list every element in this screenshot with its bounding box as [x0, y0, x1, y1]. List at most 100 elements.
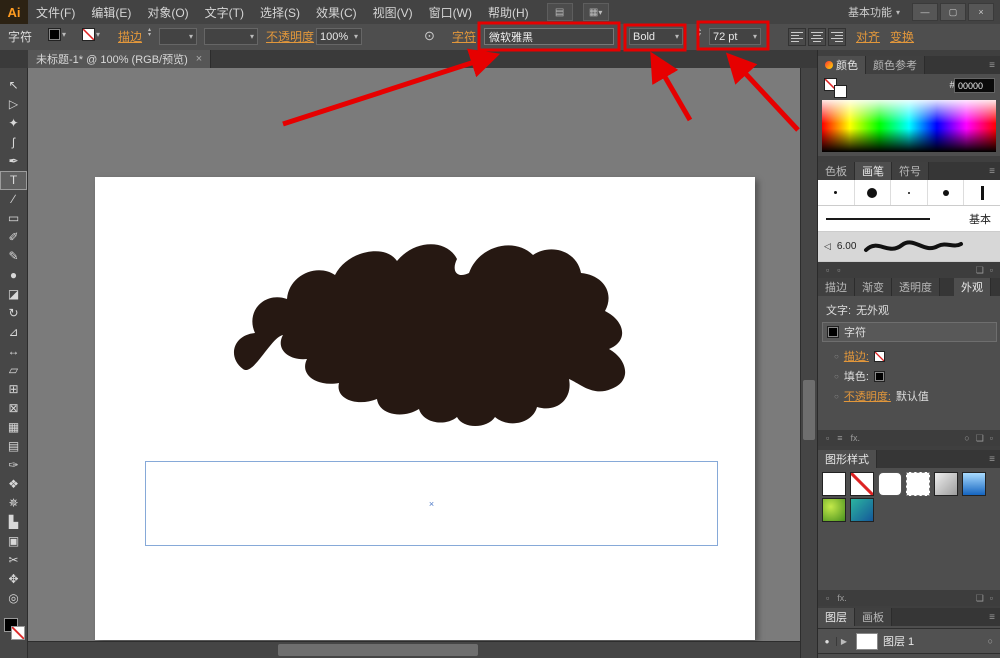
perspective-grid-tool[interactable]: ⊠: [0, 399, 27, 418]
menu-file[interactable]: 文件(F): [28, 4, 83, 21]
tab-stroke[interactable]: 描边: [818, 278, 855, 296]
align-right-button[interactable]: [828, 28, 846, 46]
document-layout-icon[interactable]: ▦ ▾: [582, 3, 609, 21]
tab-gradient[interactable]: 渐变: [855, 278, 892, 296]
fill-color-button[interactable]: ▾: [48, 28, 66, 41]
spin-down-icon[interactable]: ▾: [148, 32, 157, 38]
line-segment-tool[interactable]: ∕: [0, 190, 27, 209]
tab-symbols[interactable]: 符号: [892, 162, 929, 180]
font-style-select[interactable]: Bold ▾: [629, 28, 683, 45]
font-size-stepper[interactable]: ▴ ▾: [698, 27, 707, 38]
stroke-color-button[interactable]: ▾: [82, 28, 100, 41]
stroke-weight-stepper[interactable]: ▴ ▾: [148, 27, 157, 38]
layer-row[interactable]: ● ▶ 图层 1 ○: [818, 628, 1000, 654]
blob-path[interactable]: [233, 244, 626, 426]
horizontal-scrollbar[interactable]: [28, 641, 800, 658]
magic-wand-tool[interactable]: ✦: [0, 114, 27, 133]
menu-icon[interactable]: ≡: [837, 433, 842, 443]
options-icon[interactable]: ▫: [837, 265, 840, 275]
eraser-tool[interactable]: ◪: [0, 285, 27, 304]
pencil-tool[interactable]: ✎: [0, 247, 27, 266]
graphic-style-swatch[interactable]: [906, 472, 930, 496]
rectangle-tool[interactable]: ▭: [0, 209, 27, 228]
pen-tool[interactable]: ✒: [0, 152, 27, 171]
tab-transparency[interactable]: 透明度: [892, 278, 940, 296]
appearance-characters-row[interactable]: 字符: [822, 322, 997, 342]
graphic-style-swatch[interactable]: [878, 472, 902, 496]
close-tab-icon[interactable]: ×: [196, 53, 202, 65]
graphic-style-swatch[interactable]: [850, 498, 874, 522]
stroke-panel-link[interactable]: 描边: [118, 28, 142, 45]
direct-selection-tool[interactable]: ▷: [0, 95, 27, 114]
workspace-switcher[interactable]: 基本功能 ▾: [848, 4, 900, 20]
panel-menu-icon[interactable]: ≡: [983, 162, 1000, 180]
layer-name[interactable]: 图层 1: [883, 633, 914, 649]
stroke-color-indicator[interactable]: [11, 626, 25, 640]
graphic-style-swatch[interactable]: [822, 498, 846, 522]
color-spectrum[interactable]: [822, 100, 996, 152]
brush-item[interactable]: [891, 180, 928, 205]
free-transform-tool[interactable]: ▱: [0, 361, 27, 380]
graphic-style-swatch[interactable]: [962, 472, 986, 496]
font-size-select[interactable]: 72 pt ▾: [709, 28, 761, 45]
appearance-stroke-row[interactable]: ○ 描边:: [818, 346, 1000, 366]
stroke-none-swatch[interactable]: [873, 350, 885, 362]
tab-swatches[interactable]: 色板: [818, 162, 855, 180]
type-tool[interactable]: T: [0, 171, 27, 190]
maximize-button[interactable]: ▢: [940, 3, 966, 21]
symbol-sprayer-tool[interactable]: ✵: [0, 494, 27, 513]
tab-color-guide[interactable]: 颜色参考: [866, 56, 925, 74]
color-fill-swatch[interactable]: [834, 85, 847, 98]
target-circle-icon[interactable]: ○: [988, 636, 993, 646]
transform-panel-link[interactable]: 变换: [890, 28, 914, 45]
panel-menu-icon[interactable]: ≡: [983, 56, 1000, 74]
delete-style-icon[interactable]: ▫: [990, 593, 993, 604]
layer-thumbnail[interactable]: [856, 632, 878, 650]
visibility-eye-icon[interactable]: ●: [818, 636, 837, 646]
minimize-button[interactable]: —: [912, 3, 938, 21]
vertical-scrollbar-thumb[interactable]: [803, 380, 815, 440]
menu-view[interactable]: 视图(V): [365, 4, 421, 21]
add-effect-button[interactable]: fx.: [850, 433, 860, 443]
slice-tool[interactable]: ✂: [0, 551, 27, 570]
tab-graphic-styles[interactable]: 图形样式: [818, 450, 877, 468]
zoom-tool[interactable]: ◎: [0, 589, 27, 608]
appearance-opacity-row[interactable]: ○ 不透明度: 默认值: [818, 386, 1000, 406]
text-frame[interactable]: ×: [145, 461, 718, 546]
expand-arrow-icon[interactable]: ▶: [837, 637, 851, 646]
tab-color[interactable]: 颜色: [818, 56, 866, 74]
opacity-panel-link[interactable]: 不透明度: [266, 28, 314, 45]
canvas-area[interactable]: ×: [28, 68, 800, 658]
menu-object[interactable]: 对象(O): [139, 4, 196, 21]
panel-menu-icon[interactable]: ≡: [983, 450, 1000, 468]
brush-basic-row[interactable]: 基本: [818, 206, 1000, 232]
brush-item[interactable]: [964, 180, 1000, 205]
hex-value-field[interactable]: 00000: [954, 78, 995, 93]
vertical-scrollbar[interactable]: [800, 68, 818, 658]
font-family-input[interactable]: [484, 28, 614, 45]
new-stroke-icon[interactable]: ▫: [826, 433, 829, 443]
arrange-documents-icon[interactable]: ▤: [546, 3, 573, 21]
gradient-tool[interactable]: ▤: [0, 437, 27, 456]
spin-down-icon[interactable]: ▾: [698, 32, 707, 38]
eyedropper-tool[interactable]: ✑: [0, 456, 27, 475]
recolor-artwork-icon[interactable]: ⊙: [424, 28, 435, 44]
break-link-icon[interactable]: fx.: [837, 593, 847, 603]
brush-selected-row[interactable]: ◁ 6.00: [818, 232, 1000, 262]
tab-artboards[interactable]: 画板: [855, 608, 892, 626]
lasso-tool[interactable]: ʃ: [0, 133, 27, 152]
menu-effect[interactable]: 效果(C): [308, 4, 365, 21]
ink-blob-shape[interactable]: [95, 177, 755, 640]
brush-item[interactable]: [818, 180, 855, 205]
align-panel-link[interactable]: 对齐: [856, 28, 880, 45]
stroke-weight-select[interactable]: ▾: [159, 28, 197, 45]
panel-menu-icon[interactable]: ≡: [983, 608, 1000, 626]
tab-layers[interactable]: 图层: [818, 608, 855, 626]
menu-help[interactable]: 帮助(H): [480, 4, 537, 21]
fill-black-swatch[interactable]: [873, 370, 885, 382]
artboard-tool[interactable]: ▣: [0, 532, 27, 551]
scale-tool[interactable]: ⊿: [0, 323, 27, 342]
graphic-style-swatch[interactable]: [934, 472, 958, 496]
delete-item-icon[interactable]: ▫: [990, 433, 993, 444]
tab-brushes[interactable]: 画笔: [855, 162, 892, 180]
